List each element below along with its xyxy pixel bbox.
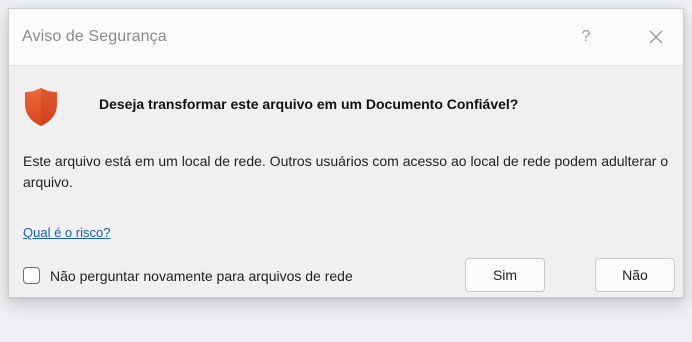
close-button[interactable] <box>637 19 675 55</box>
close-icon <box>649 30 663 44</box>
dont-ask-again-checkbox[interactable] <box>23 267 40 284</box>
title-bar: Aviso de Segurança ? <box>9 9 683 66</box>
risk-link[interactable]: Qual é o risco? <box>23 225 110 240</box>
no-button[interactable]: Não <box>595 258 675 292</box>
dialog-title: Aviso de Segurança <box>22 28 167 45</box>
security-warning-dialog: Aviso de Segurança ? Deseja transformar … <box>8 8 684 298</box>
yes-button[interactable]: Sim <box>465 258 545 292</box>
dont-ask-again-label: Não perguntar novamente para arquivos de… <box>50 267 353 284</box>
help-icon: ? <box>581 28 591 45</box>
warning-message: Este arquivo está em um local de rede. O… <box>23 153 669 190</box>
confirmation-question: Deseja transformar este arquivo em um Do… <box>99 96 519 112</box>
help-button[interactable]: ? <box>567 19 605 55</box>
dont-ask-again-option[interactable]: Não perguntar novamente para arquivos de… <box>23 267 353 284</box>
shield-icon <box>25 88 57 126</box>
